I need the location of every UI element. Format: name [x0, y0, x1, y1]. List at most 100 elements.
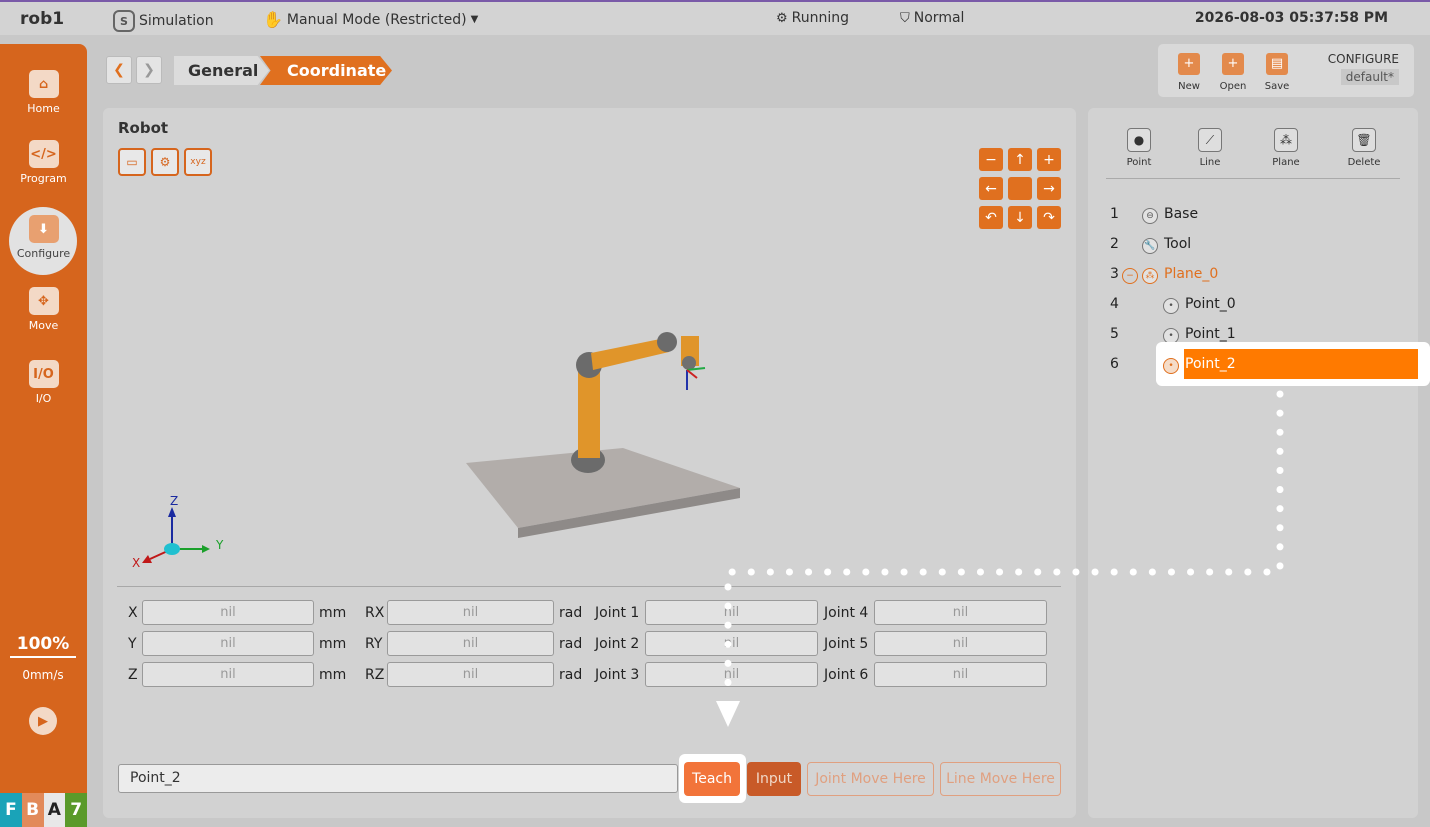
plane-tool-label: Plane: [1272, 157, 1300, 168]
add-plane-button[interactable]: ⁂ Plane: [1261, 128, 1311, 168]
joint3-field[interactable]: nil: [645, 662, 818, 687]
robot-lower-arm: [578, 368, 600, 458]
move-arrows-icon: ✥: [28, 287, 59, 315]
joint5-label: Joint 5: [824, 636, 869, 652]
zoom-in-icon[interactable]: +: [1037, 148, 1061, 171]
y-unit: mm: [319, 636, 347, 652]
joint3-label: Joint 3: [595, 667, 640, 683]
new-file-icon: +: [1178, 53, 1200, 75]
arrow-right-icon[interactable]: →: [1037, 177, 1061, 200]
status-badges: F B A 7: [0, 793, 87, 827]
save-label: Save: [1264, 81, 1290, 92]
tree-item-number: 4: [1110, 296, 1119, 312]
forward-button[interactable]: ❯: [136, 56, 162, 84]
home-icon: ⌂: [28, 70, 59, 98]
sidebar-item-io[interactable]: I/O I/O: [0, 360, 87, 405]
gizmo-y-label: Y: [215, 538, 224, 552]
center-view-button[interactable]: [1008, 177, 1032, 200]
add-point-button[interactable]: ● Point: [1114, 128, 1164, 168]
joint-move-here-button[interactable]: Joint Move Here: [807, 762, 934, 796]
joint2-field[interactable]: nil: [645, 631, 818, 656]
sidebar-item-move[interactable]: ✥ Move: [0, 287, 87, 332]
tree-item-number: 2: [1110, 236, 1119, 252]
add-line-button[interactable]: ⟋ Line: [1185, 128, 1235, 168]
config-info: CONFIGURE default*: [1328, 52, 1399, 85]
robot-name: rob1: [20, 9, 65, 29]
speed-indicator[interactable]: 100% 0mm/s: [10, 634, 76, 682]
delete-tool-label: Delete: [1347, 157, 1381, 168]
rz-unit: rad: [559, 667, 583, 683]
rz-field[interactable]: nil: [387, 662, 554, 687]
sidebar-item-label: Program: [20, 172, 67, 185]
point-name-input[interactable]: Point_2: [118, 764, 678, 793]
rotate-left-icon[interactable]: ↶: [979, 206, 1003, 229]
tree-item-label: Tool: [1164, 236, 1192, 252]
robot-tool: [682, 356, 696, 370]
point-tool-label: Point: [1126, 157, 1152, 168]
zoom-out-icon[interactable]: −: [979, 148, 1003, 171]
robot-arm-icon: ⚙: [776, 10, 788, 26]
joint5-field[interactable]: nil: [874, 631, 1047, 656]
badge-7: 7: [65, 793, 87, 827]
delete-button[interactable]: 🗑 Delete: [1339, 128, 1389, 168]
teach-button[interactable]: Teach: [684, 762, 740, 796]
breadcrumb-general[interactable]: General: [174, 56, 269, 85]
line-move-here-button[interactable]: Line Move Here: [940, 762, 1061, 796]
sidebar-item-label: Move: [28, 319, 59, 332]
tree-item-label: Base: [1164, 206, 1199, 222]
save-button[interactable]: ▤ Save: [1257, 53, 1297, 92]
chevron-right-icon: ❯: [143, 62, 155, 78]
collapse-icon[interactable]: −: [1122, 268, 1138, 284]
frame-view-icon[interactable]: xyz: [184, 148, 212, 176]
z-label: Z: [128, 667, 138, 683]
tree-item-point-2[interactable]: 6 • Point_2: [1088, 350, 1418, 380]
x-field[interactable]: nil: [142, 600, 314, 625]
z-field[interactable]: nil: [142, 662, 314, 687]
point-node-icon: •: [1163, 358, 1179, 374]
open-button[interactable]: + Open: [1213, 53, 1253, 92]
sidebar-item-configure[interactable]: ⬇ Configure: [0, 207, 87, 275]
point-icon: ●: [1127, 128, 1151, 152]
tree-item-base[interactable]: 1 ⊖ Base: [1088, 200, 1418, 230]
sidebar-item-program[interactable]: </> Program: [0, 140, 87, 185]
panel-divider: [117, 586, 1061, 587]
joint1-field[interactable]: nil: [645, 600, 818, 625]
base-view-icon[interactable]: ▭: [118, 148, 146, 176]
joint6-field[interactable]: nil: [874, 662, 1047, 687]
sidebar-item-label: Home: [27, 102, 60, 115]
tree-item-tool[interactable]: 2 🔧 Tool: [1088, 230, 1418, 260]
ry-field[interactable]: nil: [387, 631, 554, 656]
joint4-field[interactable]: nil: [874, 600, 1047, 625]
rx-field[interactable]: nil: [387, 600, 554, 625]
new-button[interactable]: + New: [1169, 53, 1209, 92]
badge-f: F: [0, 793, 22, 827]
running-status: ⚙ Running: [776, 10, 849, 26]
arrow-up-icon[interactable]: ↑: [1008, 148, 1032, 171]
y-field[interactable]: nil: [142, 631, 314, 656]
gizmo-y-arrow: [202, 545, 210, 553]
configure-icon: ⬇: [28, 215, 59, 243]
sidebar-item-home[interactable]: ⌂ Home: [0, 70, 87, 115]
rotate-right-icon[interactable]: ↷: [1037, 206, 1061, 229]
new-label: New: [1178, 81, 1200, 92]
badge-a: A: [43, 793, 66, 827]
robot-view-icon[interactable]: ⚙: [151, 148, 179, 176]
shield-icon: ⛉: [900, 10, 910, 26]
io-icon: I/O: [28, 360, 59, 388]
folder-icon: +: [1222, 53, 1244, 75]
arrow-left-icon[interactable]: ←: [979, 177, 1003, 200]
tree-item-point-0[interactable]: 4 • Point_0: [1088, 290, 1418, 320]
robot-panel: Robot ▭ ⚙ xyz − ↑ + ← → ↶ ↓ ↷ Z Y X X ni…: [103, 108, 1076, 818]
mode-dropdown[interactable]: ✋ Manual Mode (Restricted) ▼: [263, 10, 478, 29]
tree-item-label: Point_1: [1185, 326, 1236, 342]
tree-item-plane-0[interactable]: 3 − ⁂ Plane_0: [1088, 260, 1418, 290]
simulation-indicator[interactable]: S Simulation: [113, 10, 214, 32]
safety-status: ⛉ Normal: [900, 10, 964, 26]
tree-item-label: Point_2: [1185, 356, 1236, 372]
back-button[interactable]: ❮: [106, 56, 132, 84]
breadcrumb-coordinate[interactable]: Coordinate: [260, 56, 392, 85]
arrow-down-icon[interactable]: ↓: [1008, 206, 1032, 229]
input-button[interactable]: Input: [747, 762, 801, 796]
play-button[interactable]: ▶: [29, 707, 57, 735]
robot-3d-view[interactable]: [443, 308, 763, 548]
